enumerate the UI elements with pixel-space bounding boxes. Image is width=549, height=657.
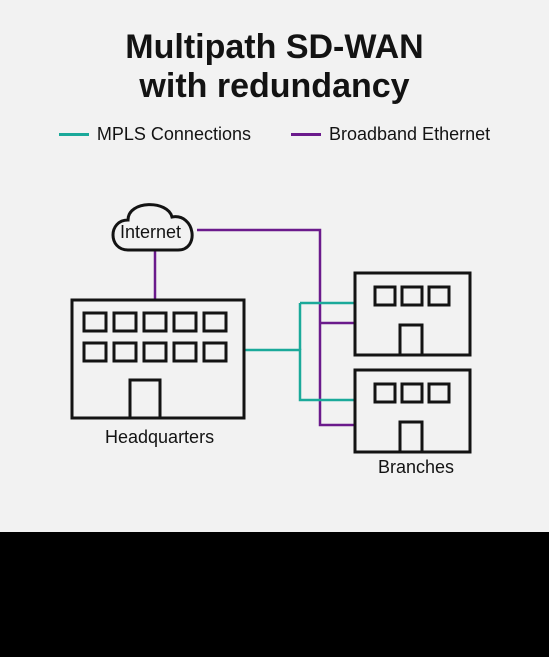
legend-mpls-label: MPLS Connections: [97, 124, 251, 145]
broadband-swatch: [291, 133, 321, 136]
headquarters-icon: [72, 300, 244, 418]
diagram-svg: [0, 175, 549, 515]
branches-label: Branches: [378, 457, 454, 478]
mpls-swatch: [59, 133, 89, 136]
headquarters-label: Headquarters: [105, 427, 214, 448]
title-line-1: Multipath SD-WAN: [125, 28, 423, 66]
mpls-links: [245, 303, 355, 400]
branch1-icon: [355, 273, 470, 355]
legend-item-broadband: Broadband Ethernet: [291, 124, 490, 145]
footer-blackbar: [0, 532, 549, 657]
title-line-2: with redundancy: [139, 67, 409, 105]
branch2-icon: [355, 370, 470, 452]
legend: MPLS Connections Broadband Ethernet: [0, 124, 549, 145]
diagram-title: Multipath SD-WAN with redundancy: [0, 28, 549, 106]
network-diagram: Internet Headquarters Branches: [0, 175, 549, 515]
legend-item-mpls: MPLS Connections: [59, 124, 251, 145]
legend-broadband-label: Broadband Ethernet: [329, 124, 490, 145]
page: Multipath SD-WAN with redundancy MPLS Co…: [0, 0, 549, 657]
internet-label: Internet: [120, 222, 181, 243]
